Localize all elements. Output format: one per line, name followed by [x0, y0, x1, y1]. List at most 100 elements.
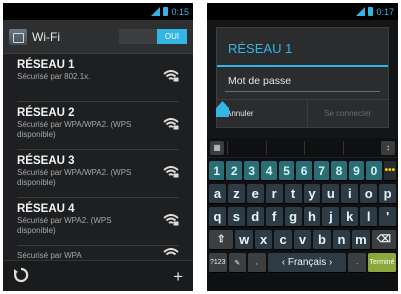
key-j[interactable]: j: [322, 207, 340, 227]
key-3[interactable]: 3: [243, 161, 260, 181]
toolbar-divider: [342, 140, 379, 155]
expand-arrow-icon[interactable]: ↕: [381, 140, 395, 155]
wifi-settings-screen: 0:15 Wi-Fi OUI RÉSEAU 1 Sécurisé par 802…: [3, 3, 193, 291]
status-time: 0:15: [171, 6, 189, 17]
letter-row-1: a z e r t y u i o p: [207, 184, 398, 204]
network-item[interactable]: RÉSEAU 1 Sécurisé par 802.1x.: [17, 54, 179, 102]
bottom-action-bar: +: [3, 260, 193, 291]
symbols-key[interactable]: ?123: [209, 253, 227, 273]
backspace-key[interactable]: ⌫: [371, 230, 397, 250]
microphone-icon: ✎: [234, 259, 241, 267]
keyboard-toolbar: ▦ ↕: [207, 138, 398, 158]
toolbar-divider: [227, 140, 263, 155]
key-k[interactable]: k: [341, 207, 359, 227]
connect-button[interactable]: Se connecter: [308, 100, 389, 127]
period-key[interactable]: .: [348, 253, 366, 273]
voice-input-key[interactable]: ✎: [228, 253, 247, 273]
key-r[interactable]: r: [265, 184, 283, 204]
wifi-locked-icon: [163, 166, 179, 178]
wifi-password-dialog: RÉSEAU 1 Mot de passe Annuler Se connect…: [216, 27, 389, 128]
network-item[interactable]: RÉSEAU 3 Sécurisé par WPA/WPA2. (WPS dis…: [17, 150, 179, 198]
key-b[interactable]: b: [313, 230, 331, 250]
wifi-toggle-on-label: OUI: [157, 29, 187, 44]
battery-icon: [368, 7, 374, 16]
key-f[interactable]: f: [265, 207, 283, 227]
done-key[interactable]: Terminé: [367, 253, 397, 273]
key-v[interactable]: v: [293, 230, 312, 250]
network-security: Sécurisé par WPA2. (WPS disponible): [17, 216, 112, 235]
dialog-buttons: Annuler Se connecter: [217, 99, 388, 127]
key-t[interactable]: t: [284, 184, 302, 204]
key-8[interactable]: 8: [331, 161, 347, 181]
key-i[interactable]: i: [341, 184, 359, 204]
key-7[interactable]: 7: [313, 161, 330, 181]
key-p[interactable]: p: [379, 184, 397, 204]
letter-row-3: ⇧ w x c v b n m ⌫: [207, 230, 398, 250]
key-d[interactable]: d: [246, 207, 264, 227]
key-e[interactable]: e: [246, 184, 264, 204]
key-c[interactable]: c: [274, 230, 292, 250]
signal-icon: [151, 7, 161, 16]
key-5[interactable]: 5: [278, 161, 295, 181]
key-g[interactable]: g: [284, 207, 302, 227]
dialog-title: RÉSEAU 1: [228, 41, 293, 56]
cancel-button[interactable]: Annuler: [217, 100, 308, 127]
key-1[interactable]: 1: [209, 161, 225, 181]
key-o[interactable]: o: [360, 184, 378, 204]
comma-key[interactable]: ,: [248, 253, 266, 273]
soft-keyboard: ▦ ↕ 1 2 3 4 5 6 7 8 9 0 ••• a z e r t y: [207, 138, 398, 291]
key-q[interactable]: q: [209, 207, 226, 227]
key-m[interactable]: m: [352, 230, 370, 250]
key-s[interactable]: s: [227, 207, 245, 227]
network-name: RÉSEAU 1: [17, 59, 75, 71]
letter-row-2: q s d f g h j k l ': [207, 207, 398, 227]
key-w[interactable]: w: [235, 230, 253, 250]
status-bar: 0:15: [3, 3, 193, 20]
key-n[interactable]: n: [332, 230, 351, 250]
more-keys-button[interactable]: •••: [383, 161, 397, 181]
status-time: 0:17: [376, 6, 394, 17]
add-network-icon[interactable]: +: [173, 268, 183, 285]
bottom-row: ?123 ✎ , ‹ Français › . Terminé: [207, 253, 398, 273]
network-name: RÉSEAU 3: [17, 155, 75, 167]
wifi-locked-icon: [163, 214, 179, 226]
network-item[interactable]: RÉSEAU 2 Sécurisé par WPA/WPA2. (WPS dis…: [17, 102, 179, 150]
network-security: Sécurisé par 802.1x.: [17, 72, 91, 81]
network-security: Sécurisé par WPA/WPA2. (WPS disponible): [17, 168, 132, 187]
network-security: Sécurisé par WPA/WPA2. (WPS disponible): [17, 120, 132, 139]
wifi-locked-icon: [163, 118, 179, 130]
key-h[interactable]: h: [303, 207, 321, 227]
key-x[interactable]: x: [254, 230, 273, 250]
network-item[interactable]: RÉSEAU 4 Sécurisé par WPA2. (WPS disponi…: [17, 198, 179, 246]
toolbar-divider: [265, 140, 302, 155]
keyboard-grid-icon[interactable]: ▦: [210, 140, 224, 155]
key-apostrophe[interactable]: ': [379, 207, 397, 227]
shift-key[interactable]: ⇧: [209, 230, 234, 250]
key-9[interactable]: 9: [348, 161, 365, 181]
wifi-settings-app-icon[interactable]: [9, 28, 27, 45]
wifi-locked-icon: [163, 248, 179, 256]
page-title: Wi-Fi: [32, 29, 60, 44]
signal-icon: [356, 7, 366, 16]
network-name: RÉSEAU 4: [17, 203, 75, 215]
wifi-toggle[interactable]: OUI: [119, 29, 187, 44]
key-2[interactable]: 2: [226, 161, 242, 181]
key-l[interactable]: l: [360, 207, 378, 227]
key-u[interactable]: u: [322, 184, 340, 204]
key-4[interactable]: 4: [261, 161, 277, 181]
key-6[interactable]: 6: [296, 161, 312, 181]
password-field[interactable]: [225, 91, 380, 92]
network-list: RÉSEAU 1 Sécurisé par 802.1x. RÉSEAU 2 S…: [3, 54, 193, 291]
key-z[interactable]: z: [227, 184, 245, 204]
action-bar: Wi-Fi OUI: [3, 20, 193, 54]
key-y[interactable]: y: [303, 184, 321, 204]
number-row: 1 2 3 4 5 6 7 8 9 0 •••: [207, 161, 398, 181]
battery-icon: [163, 7, 169, 16]
wps-refresh-icon[interactable]: [13, 267, 29, 286]
password-dialog-screen: 0:17 RÉSEAU 1 Mot de passe Annuler Se co…: [207, 3, 398, 291]
toolbar-divider: [304, 140, 340, 155]
wifi-locked-icon: [163, 70, 179, 82]
key-a[interactable]: a: [209, 184, 226, 204]
key-0[interactable]: 0: [366, 161, 382, 181]
space-key[interactable]: ‹ Français ›: [267, 253, 347, 273]
